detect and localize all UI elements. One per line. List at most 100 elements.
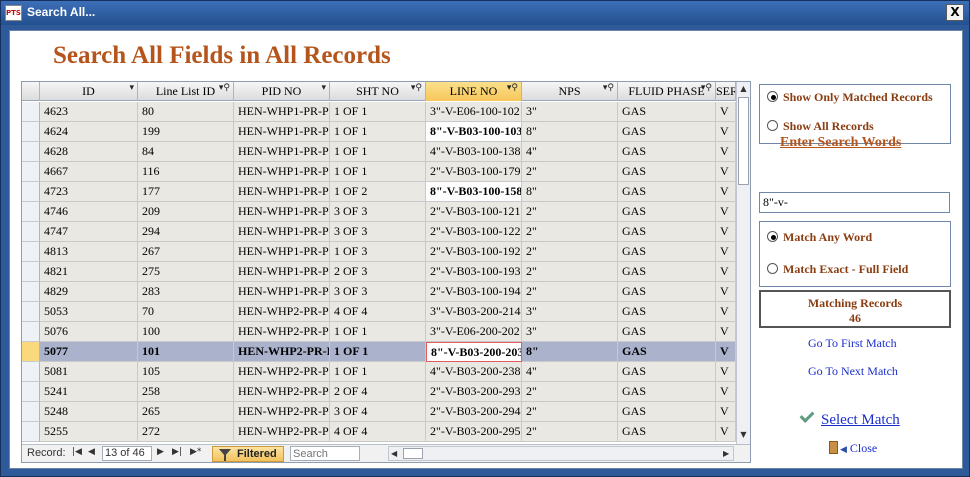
- table-row[interactable]: 4821 275 HEN-WHP1-PR-P 2 OF 3 2"-V-B03-100-1…: [40, 262, 736, 282]
- row-selector[interactable]: [22, 302, 40, 322]
- show-all-radio[interactable]: [767, 120, 778, 131]
- cell-pid-no[interactable]: HEN-WHP1-PR-P: [234, 122, 330, 142]
- table-row[interactable]: 5077 101 HEN-WHP2-PR-P 1 OF 1 8"-V-B03-200-2…: [40, 342, 736, 362]
- table-row[interactable]: 4667 116 HEN-WHP1-PR-P 1 OF 1 2"-V-B03-100-1…: [40, 162, 736, 182]
- cell-fluid-phase[interactable]: GAS: [618, 402, 716, 422]
- cell-line-no[interactable]: 2"-V-B03-200-293: [426, 382, 522, 402]
- match-any-word-option[interactable]: Match Any Word: [767, 230, 872, 245]
- row-selector[interactable]: [22, 262, 40, 282]
- cell-ser[interactable]: V: [716, 102, 736, 122]
- cell-pid-no[interactable]: HEN-WHP1-PR-P: [234, 242, 330, 262]
- cell-id[interactable]: 4829: [40, 282, 138, 302]
- cell-fluid-phase[interactable]: GAS: [618, 262, 716, 282]
- new-record-icon[interactable]: ▶*: [190, 447, 201, 457]
- cell-line-list-id[interactable]: 294: [138, 222, 234, 242]
- table-row[interactable]: 4623 80 HEN-WHP1-PR-P 1 OF 1 3"-V-E06-100-10…: [40, 102, 736, 122]
- cell-ser[interactable]: V: [716, 422, 736, 442]
- cell-line-no[interactable]: 3"-V-E06-200-202: [426, 322, 522, 342]
- cell-line-no[interactable]: 8"-V-B03-100-103: [426, 122, 522, 142]
- cell-sht-no[interactable]: 3 OF 3: [330, 282, 426, 302]
- cell-nps[interactable]: 2": [522, 242, 618, 262]
- column-header[interactable]: ID ▾: [40, 82, 138, 101]
- cell-pid-no[interactable]: HEN-WHP2-PR-P: [234, 302, 330, 322]
- cell-id[interactable]: 5076: [40, 322, 138, 342]
- cell-fluid-phase[interactable]: GAS: [618, 182, 716, 202]
- vertical-scrollbar[interactable]: ▲ ▼: [736, 82, 750, 444]
- cell-line-no[interactable]: 2"-V-B03-200-295: [426, 422, 522, 442]
- cell-pid-no[interactable]: HEN-WHP2-PR-P: [234, 382, 330, 402]
- cell-ser[interactable]: V: [716, 262, 736, 282]
- cell-sht-no[interactable]: 1 OF 3: [330, 242, 426, 262]
- cell-id[interactable]: 4821: [40, 262, 138, 282]
- table-row[interactable]: 5241 258 HEN-WHP2-PR-P 2 OF 4 2"-V-B03-200-2…: [40, 382, 736, 402]
- cell-sht-no[interactable]: 1 OF 2: [330, 182, 426, 202]
- close-window-button[interactable]: X: [946, 4, 964, 21]
- cell-line-no[interactable]: 2"-V-B03-100-121: [426, 202, 522, 222]
- cell-pid-no[interactable]: HEN-WHP1-PR-P: [234, 182, 330, 202]
- cell-ser[interactable]: V: [716, 382, 736, 402]
- row-selector[interactable]: [22, 142, 40, 162]
- filter-dropdown-icon[interactable]: ▾⚲: [603, 83, 614, 93]
- cell-line-no[interactable]: 2"-V-B03-100-192: [426, 242, 522, 262]
- cell-ser[interactable]: V: [716, 322, 736, 342]
- column-header[interactable]: PID NO ▾: [234, 82, 330, 101]
- cell-fluid-phase[interactable]: GAS: [618, 362, 716, 382]
- cell-ser[interactable]: V: [716, 182, 736, 202]
- cell-nps[interactable]: 2": [522, 262, 618, 282]
- cell-id[interactable]: 5241: [40, 382, 138, 402]
- cell-fluid-phase[interactable]: GAS: [618, 322, 716, 342]
- cell-line-list-id[interactable]: 100: [138, 322, 234, 342]
- cell-line-no[interactable]: 2"-V-B03-100-193: [426, 262, 522, 282]
- cell-fluid-phase[interactable]: GAS: [618, 102, 716, 122]
- match-exact-radio[interactable]: [767, 263, 778, 274]
- cell-pid-no[interactable]: HEN-WHP1-PR-P: [234, 222, 330, 242]
- cell-nps[interactable]: 3": [522, 322, 618, 342]
- cell-nps[interactable]: 2": [522, 402, 618, 422]
- cell-pid-no[interactable]: HEN-WHP1-PR-P: [234, 262, 330, 282]
- cell-line-list-id[interactable]: 267: [138, 242, 234, 262]
- cell-pid-no[interactable]: HEN-WHP1-PR-P: [234, 162, 330, 182]
- row-selector[interactable]: [22, 402, 40, 422]
- table-row[interactable]: 4628 84 HEN-WHP1-PR-P 1 OF 1 4"-V-B03-100-13…: [40, 142, 736, 162]
- cell-line-list-id[interactable]: 177: [138, 182, 234, 202]
- cell-line-list-id[interactable]: 101: [138, 342, 234, 362]
- cell-sht-no[interactable]: 1 OF 1: [330, 142, 426, 162]
- cell-nps[interactable]: 8": [522, 182, 618, 202]
- cell-id[interactable]: 4667: [40, 162, 138, 182]
- cell-fluid-phase[interactable]: GAS: [618, 222, 716, 242]
- cell-sht-no[interactable]: 1 OF 1: [330, 122, 426, 142]
- row-selector[interactable]: [22, 182, 40, 202]
- current-record-field[interactable]: 13 of 46: [102, 446, 152, 461]
- column-header[interactable]: SHT NO ▾⚲: [330, 82, 426, 101]
- cell-line-list-id[interactable]: 199: [138, 122, 234, 142]
- cell-sht-no[interactable]: 1 OF 1: [330, 362, 426, 382]
- cell-nps[interactable]: 8": [522, 342, 618, 362]
- cell-line-no[interactable]: 3"-V-E06-100-102: [426, 102, 522, 122]
- go-to-first-match-link[interactable]: Go To First Match: [808, 336, 897, 351]
- cell-ser[interactable]: V: [716, 222, 736, 242]
- match-any-word-radio[interactable]: [767, 231, 778, 242]
- cell-nps[interactable]: 2": [522, 202, 618, 222]
- scroll-thumb[interactable]: [738, 97, 749, 185]
- cell-line-list-id[interactable]: 275: [138, 262, 234, 282]
- cell-line-list-id[interactable]: 80: [138, 102, 234, 122]
- cell-nps[interactable]: 2": [522, 382, 618, 402]
- close-button[interactable]: ◀ Close: [829, 441, 877, 456]
- row-selector[interactable]: [22, 162, 40, 182]
- cell-ser[interactable]: V: [716, 342, 736, 362]
- cell-line-list-id[interactable]: 272: [138, 422, 234, 442]
- cell-id[interactable]: 4623: [40, 102, 138, 122]
- cell-id[interactable]: 4747: [40, 222, 138, 242]
- cell-line-no[interactable]: 2"-V-B03-100-122: [426, 222, 522, 242]
- cell-fluid-phase[interactable]: GAS: [618, 342, 716, 362]
- cell-line-list-id[interactable]: 116: [138, 162, 234, 182]
- cell-nps[interactable]: 2": [522, 422, 618, 442]
- cell-line-no[interactable]: 2"-V-B03-100-179: [426, 162, 522, 182]
- cell-sht-no[interactable]: 2 OF 3: [330, 262, 426, 282]
- column-header[interactable]: SER: [716, 82, 736, 101]
- table-row[interactable]: 5053 70 HEN-WHP2-PR-P 4 OF 4 3"-V-B03-200-21…: [40, 302, 736, 322]
- cell-pid-no[interactable]: HEN-WHP1-PR-P: [234, 202, 330, 222]
- table-row[interactable]: 4746 209 HEN-WHP1-PR-P 3 OF 3 2"-V-B03-100-1…: [40, 202, 736, 222]
- cell-line-list-id[interactable]: 265: [138, 402, 234, 422]
- cell-nps[interactable]: 3": [522, 302, 618, 322]
